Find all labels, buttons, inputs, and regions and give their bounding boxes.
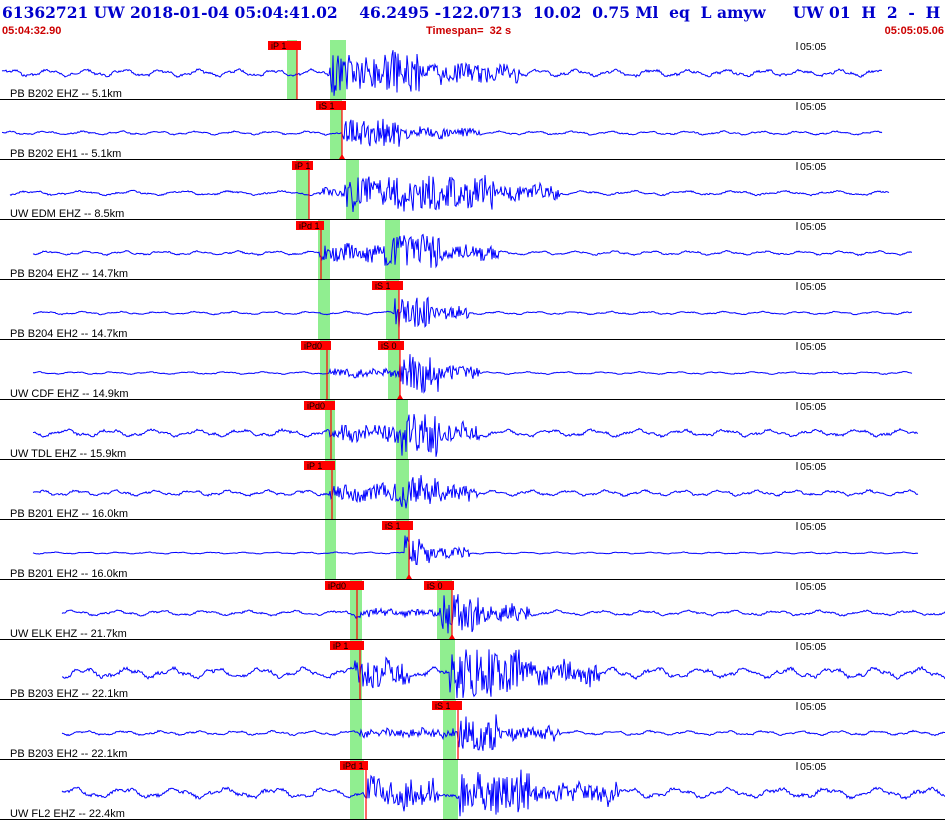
time-tick-label: 05:05: [800, 101, 826, 113]
station-label: PB B201 EHZ -- 16.0km: [10, 508, 128, 520]
trace-row[interactable]: iPd0 UW TDL EHZ -- 15.9km 05:05: [0, 400, 945, 460]
pick-label: iS 1: [319, 101, 335, 111]
station-label: PB B202 EHZ -- 5.1km: [10, 88, 122, 100]
phase-pick[interactable]: iPd0: [301, 341, 331, 399]
waveform: [32, 233, 913, 269]
pick-label: iS 1: [375, 281, 391, 291]
trace-row[interactable]: iP 1 UW EDM EHZ -- 8.5km 05:05: [0, 160, 945, 220]
time-tick-label: 05:05: [800, 401, 826, 413]
trace-row[interactable]: iS 1 PB B202 EH1 -- 5.1km 05:05: [0, 100, 945, 160]
waveform: [32, 475, 919, 509]
station-label: UW TDL EHZ -- 15.9km: [10, 448, 126, 460]
pick-label: iS 0: [381, 341, 397, 351]
station-label: PB B203 EHZ -- 22.1km: [10, 688, 128, 700]
waveform: [61, 594, 945, 634]
waveform: [61, 769, 945, 817]
pick-label: iP 1: [271, 41, 286, 51]
trace-row[interactable]: iP 1 PB B203 EHZ -- 22.1km 05:05: [0, 640, 945, 700]
pick-label: iP 1: [333, 641, 348, 651]
pick-label: iS 1: [435, 701, 451, 711]
time-tick-label: 05:05: [800, 461, 826, 473]
waveform: [32, 535, 919, 566]
waveform: [61, 649, 945, 699]
trace-row[interactable]: iPd0 iS 0 UW ELK EHZ -- 21.7km 05:05: [0, 580, 945, 640]
time-tick-label: 05:05: [800, 161, 826, 173]
waveform: [1, 50, 882, 96]
time-tick-label: 05:05: [800, 641, 826, 653]
time-tick-label: 05:05: [800, 41, 826, 53]
station-label: UW CDF EHZ -- 14.9km: [10, 388, 129, 400]
trace-panel[interactable]: iP 1 PB B202 EHZ -- 5.1km 05:05 iS 1 PB B202…: [0, 0, 945, 820]
time-tick-label: 05:05: [800, 581, 826, 593]
time-tick-label: 05:05: [800, 281, 826, 293]
time-tick-label: 05:05: [800, 701, 826, 713]
pick-label: iPd0: [328, 581, 346, 591]
waveform: [32, 354, 913, 394]
station-label: UW ELK EHZ -- 21.7km: [10, 628, 127, 640]
pick-label: iPd0: [307, 401, 325, 411]
pick-label: iPd 1: [299, 221, 320, 231]
station-label: PB B203 EH2 -- 22.1km: [10, 748, 127, 760]
trace-row[interactable]: iP 1 PB B201 EHZ -- 16.0km 05:05: [0, 460, 945, 520]
station-label: PB B201 EH2 -- 16.0km: [10, 568, 127, 580]
time-tick-label: 05:05: [800, 341, 826, 353]
trace-row[interactable]: iPd 1 PB B204 EHZ -- 14.7km 05:05: [0, 220, 945, 280]
trace-row[interactable]: iPd0 iS 0 UW CDF EHZ -- 14.9km 05:05: [0, 340, 945, 400]
waveform: [9, 175, 890, 213]
station-label: PB B202 EH1 -- 5.1km: [10, 148, 121, 160]
time-tick-label: 05:05: [800, 521, 826, 533]
waveform: [32, 296, 913, 329]
pick-window: [350, 700, 362, 760]
time-tick-label: 05:05: [800, 761, 826, 773]
trace-row[interactable]: iS 1 PB B201 EH2 -- 16.0km 05:05: [0, 520, 945, 580]
station-label: PB B204 EH2 -- 14.7km: [10, 328, 127, 340]
trace-row[interactable]: iPd 1 UW FL2 EHZ -- 22.4km 05:05: [0, 760, 945, 820]
station-label: PB B204 EHZ -- 14.7km: [10, 268, 128, 280]
waveform: [1, 118, 883, 147]
pick-label: iP 1: [295, 161, 310, 171]
time-tick-label: 05:05: [800, 221, 826, 233]
waveform: [32, 414, 919, 457]
pick-window: [443, 760, 458, 820]
pick-window: [325, 520, 336, 580]
waveform: [61, 714, 945, 751]
pick-label: iS 0: [427, 581, 443, 591]
pick-label: iPd0: [304, 341, 322, 351]
seismogram-viewer: 61362721 UW 2018-01-04 05:04:41.02 46.24…: [0, 0, 945, 820]
trace-row[interactable]: iS 1 PB B203 EH2 -- 22.1km 05:05: [0, 700, 945, 760]
pick-label: iP 1: [307, 461, 322, 471]
pick-window: [385, 220, 400, 280]
pick-label: iPd 1: [343, 761, 364, 771]
trace-row[interactable]: iP 1 PB B202 EHZ -- 5.1km 05:05: [0, 40, 945, 100]
station-label: UW FL2 EHZ -- 22.4km: [10, 808, 125, 820]
trace-row[interactable]: iS 1 PB B204 EH2 -- 14.7km 05:05: [0, 280, 945, 340]
pick-label: iS 1: [385, 521, 401, 531]
pick-window: [318, 280, 330, 340]
station-label: UW EDM EHZ -- 8.5km: [10, 208, 124, 220]
